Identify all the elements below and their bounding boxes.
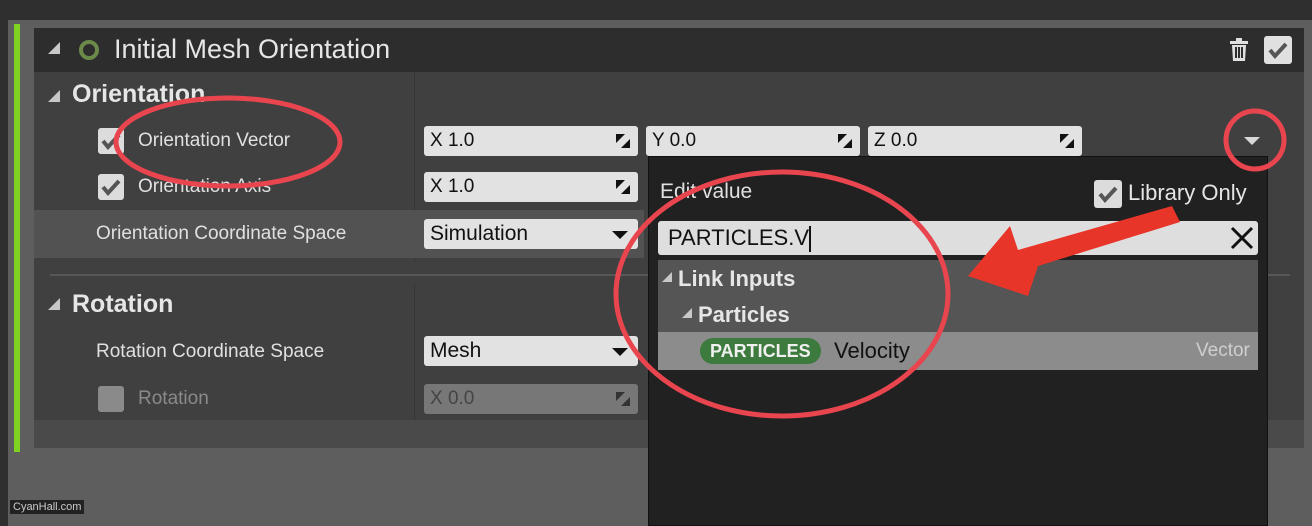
rotation-space-select[interactable]: Mesh	[424, 336, 638, 366]
field-value: X 1.0	[430, 130, 475, 151]
orientation-vector-label: Orientation Vector	[138, 130, 291, 151]
orientation-vector-x-field[interactable]: X 1.0	[424, 126, 638, 156]
section-title-orientation: Orientation	[72, 80, 206, 108]
orientation-space-label: Orientation Coordinate Space	[96, 223, 347, 244]
field-value: X 1.0	[430, 176, 475, 197]
collapse-module-icon[interactable]	[48, 42, 60, 54]
field-value: Y 0.0	[652, 130, 697, 151]
trash-icon[interactable]	[1228, 38, 1250, 62]
watermark: CyanHall.com	[10, 500, 85, 514]
module-title: Initial Mesh Orientation	[114, 34, 391, 64]
drag-spin-icon[interactable]	[1060, 134, 1074, 148]
chevron-down-icon	[612, 231, 628, 239]
rotation-checkbox[interactable]	[98, 386, 124, 412]
drag-spin-icon[interactable]	[616, 392, 630, 406]
module-accent-bar	[14, 24, 20, 452]
select-value: Mesh	[430, 339, 482, 362]
tree-item-type: Vector	[1196, 340, 1250, 361]
chevron-down-icon	[612, 348, 628, 356]
rotation-label: Rotation	[138, 388, 209, 409]
module-status-icon	[79, 40, 99, 60]
collapse-category-icon[interactable]	[662, 272, 672, 282]
search-value: PARTICLES.V	[668, 225, 810, 250]
module-enable-checkbox[interactable]	[1264, 36, 1292, 64]
orientation-space-select[interactable]: Simulation	[424, 219, 638, 249]
rotation-x-field[interactable]: X 0.0	[424, 384, 638, 414]
orientation-vector-y-field[interactable]: Y 0.0	[646, 126, 860, 156]
rotation-space-label: Rotation Coordinate Space	[96, 341, 325, 362]
orientation-axis-x-field[interactable]: X 1.0	[424, 172, 638, 202]
select-value: Simulation	[430, 222, 529, 245]
checkmark-icon	[101, 179, 121, 197]
checkmark-icon	[1268, 42, 1288, 60]
collapse-orientation-icon[interactable]	[48, 90, 60, 102]
field-value: X 0.0	[430, 388, 475, 409]
drag-spin-icon[interactable]	[838, 134, 852, 148]
text-caret	[809, 226, 812, 253]
orientation-vector-checkbox[interactable]	[98, 128, 124, 154]
drag-spin-icon[interactable]	[616, 134, 630, 148]
checkmark-icon	[1098, 186, 1118, 204]
orientation-vector-z-field[interactable]: Z 0.0	[868, 126, 1082, 156]
checkmark-icon	[101, 133, 121, 151]
input-options-dropdown-icon[interactable]	[1244, 137, 1260, 145]
tree-subcategory-particles[interactable]: Particles	[698, 302, 790, 328]
section-title-rotation: Rotation	[72, 290, 174, 318]
column-divider	[414, 284, 415, 420]
library-only-checkbox[interactable]	[1094, 180, 1122, 208]
library-only-label: Library Only	[1128, 180, 1247, 205]
collapse-rotation-icon[interactable]	[48, 298, 60, 310]
collapse-subcategory-icon[interactable]	[682, 308, 692, 318]
tree-category-link-inputs[interactable]: Link Inputs	[678, 266, 795, 292]
tree-item-name: Velocity	[834, 338, 910, 363]
field-value: Z 0.0	[874, 130, 918, 151]
left-edge	[0, 0, 8, 526]
orientation-axis-checkbox[interactable]	[98, 174, 124, 200]
drag-spin-icon[interactable]	[616, 180, 630, 194]
namespace-badge: PARTICLES	[700, 338, 821, 364]
orientation-axis-label: Orientation Axis	[138, 176, 272, 197]
close-icon[interactable]	[1228, 224, 1256, 252]
top-bar	[0, 0, 1312, 20]
popup-title: Edit value	[660, 180, 753, 203]
search-input[interactable]: PARTICLES.V	[658, 221, 1258, 255]
